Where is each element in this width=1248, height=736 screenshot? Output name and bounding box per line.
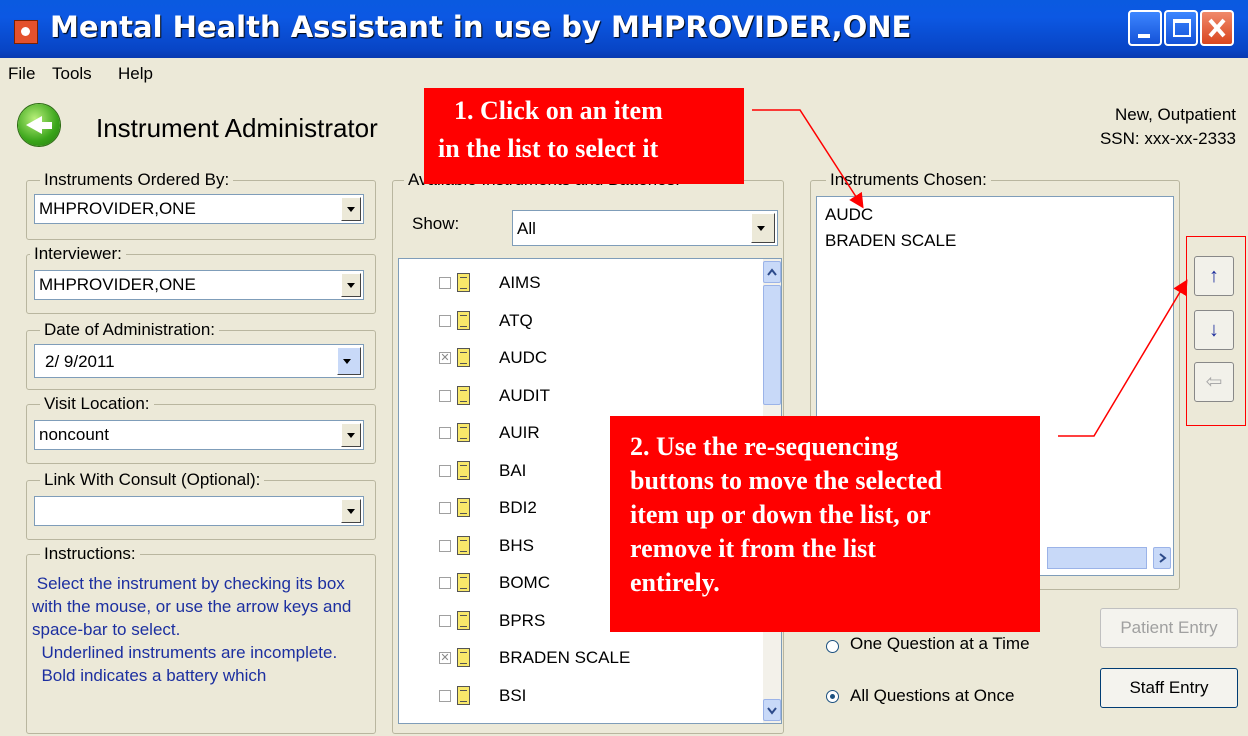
callout-1-arrow <box>752 109 864 209</box>
callout-2-arrow <box>1058 279 1188 437</box>
callout-arrows <box>752 109 1188 437</box>
